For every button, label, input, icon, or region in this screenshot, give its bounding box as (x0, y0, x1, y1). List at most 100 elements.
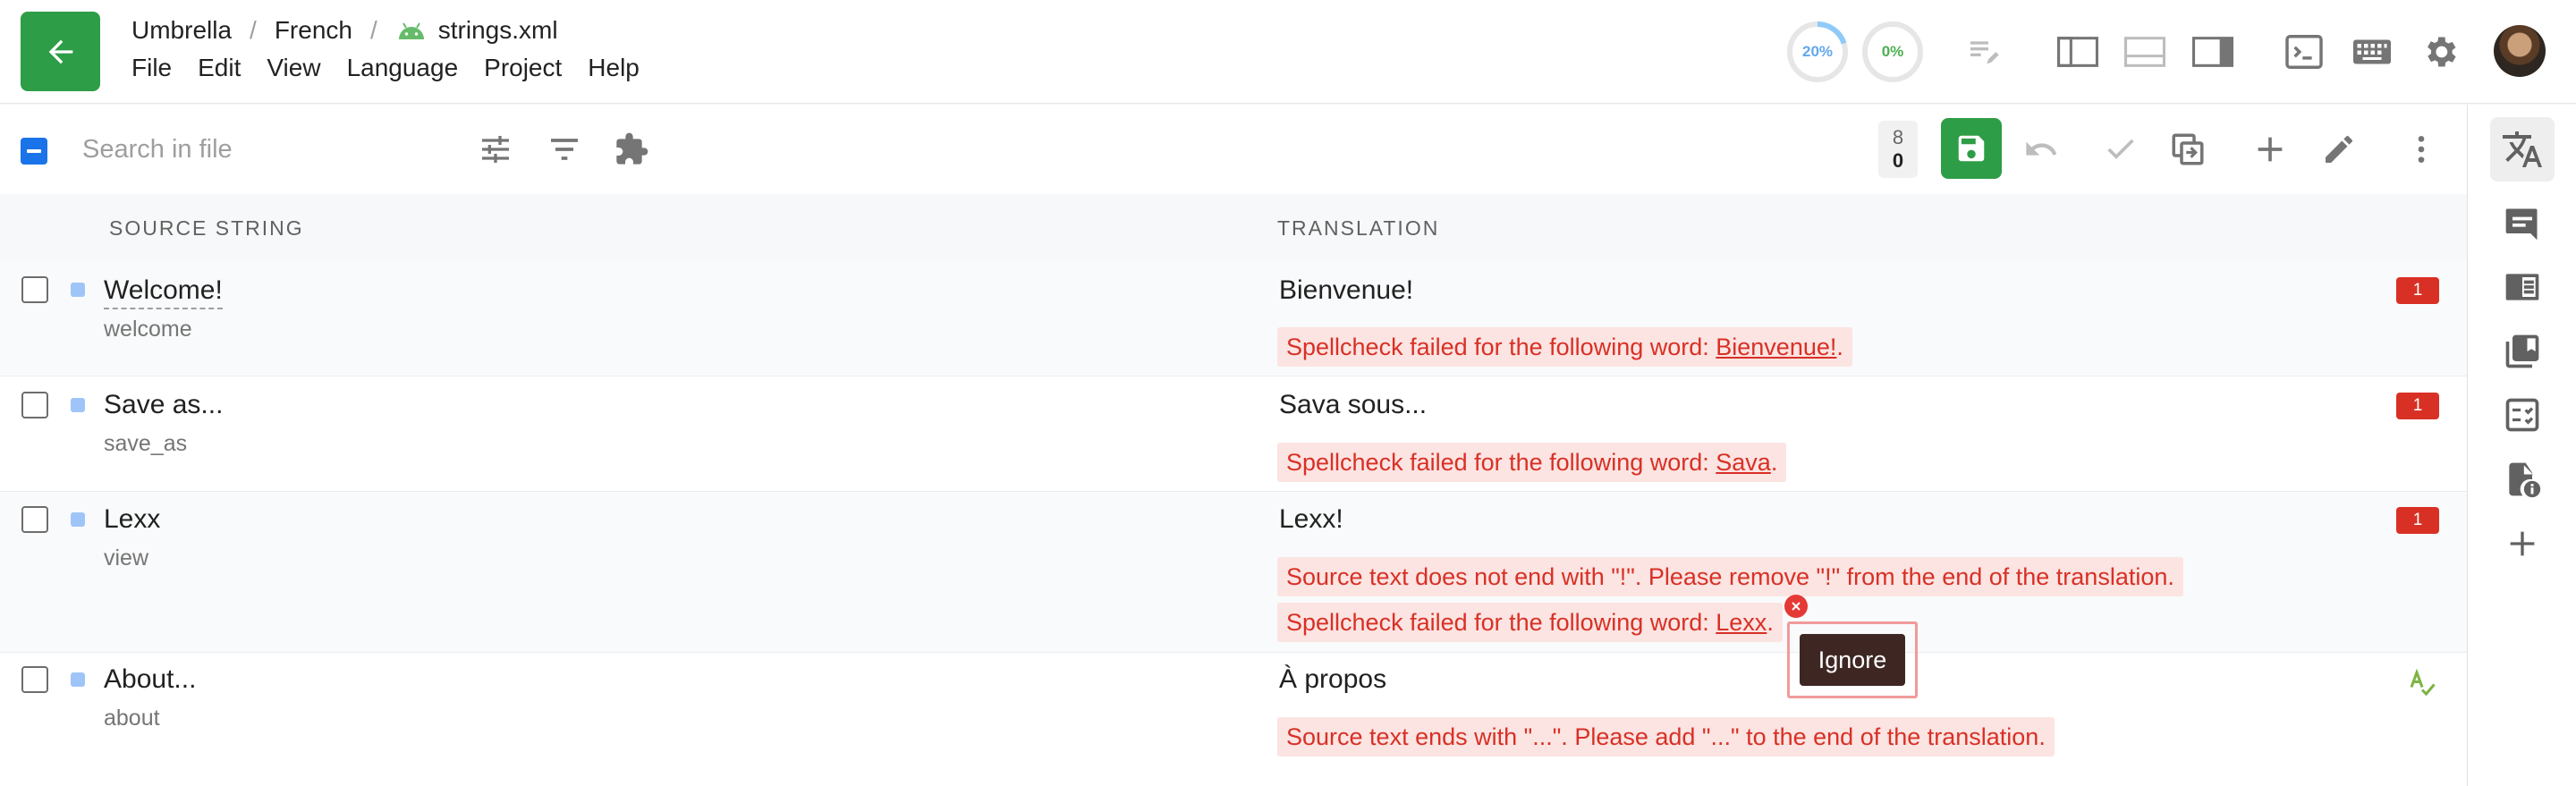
row-checkbox[interactable] (21, 392, 48, 418)
check-icon[interactable] (2099, 128, 2142, 171)
menu-help[interactable]: Help (588, 54, 640, 82)
breadcrumb-file: strings.xml (437, 16, 558, 44)
ignore-button[interactable]: Ignore (1800, 634, 1905, 686)
gear-icon[interactable] (2419, 30, 2462, 73)
android-icon (395, 20, 428, 41)
source-text[interactable]: About... (104, 664, 196, 695)
save-icon (1958, 135, 1985, 162)
layout-right-icon[interactable] (2191, 30, 2234, 73)
row-checkbox[interactable] (21, 506, 48, 533)
layout-bottom-icon[interactable] (2123, 30, 2166, 73)
editor-toolbar: 8 0 (0, 105, 2467, 194)
menu-edit[interactable]: Edit (198, 54, 241, 82)
translation-text[interactable]: Bienvenue! (1279, 275, 1413, 306)
status-dot (71, 398, 85, 412)
translation-text[interactable]: À propos (1279, 664, 1386, 695)
issue-count-badge[interactable]: 1 (2396, 507, 2439, 534)
save-button[interactable] (1941, 118, 2002, 179)
edit-list-icon[interactable] (1962, 30, 2005, 73)
table-row[interactable]: About... about À propos Source text ends… (0, 653, 2467, 786)
terminal-icon[interactable] (2283, 30, 2326, 73)
file-info-icon[interactable] (2490, 447, 2555, 511)
plus-icon[interactable] (2490, 511, 2555, 576)
string-key: save_as (104, 431, 188, 456)
sliders-icon[interactable] (474, 128, 517, 171)
arrow-left-icon (48, 39, 72, 63)
approval-progress-label: 0% (1881, 43, 1904, 60)
close-icon[interactable] (1784, 595, 1808, 618)
top-bar: Umbrella / French / strings.xml File Edi… (0, 0, 2576, 104)
table-row[interactable]: Lexx view Lexx! Source text does not end… (0, 492, 2467, 653)
tm-icon[interactable] (2490, 255, 2555, 319)
table-row[interactable]: Welcome! welcome Bienvenue! Spellcheck f… (0, 260, 2467, 376)
menu-bar: File Edit View Language Project Help (131, 54, 665, 82)
issue-message: Spellcheck failed for the following word… (1277, 603, 1783, 642)
translation-progress[interactable]: 20% (1785, 20, 1850, 84)
spellcheck-ok-icon[interactable] (2406, 667, 2438, 699)
string-key: view (104, 545, 149, 570)
issue-text: Spellcheck failed for the following word… (1286, 334, 1716, 360)
translation-text[interactable]: Lexx! (1279, 504, 1343, 535)
approval-progress[interactable]: 0% (1860, 20, 1925, 84)
issue-text: Spellcheck failed for the following word… (1286, 449, 1716, 476)
table-row[interactable]: Save as... save_as Sava sous... Spellche… (0, 376, 2467, 492)
issue-text: Spellcheck failed for the following word… (1286, 609, 1716, 636)
back-button[interactable] (21, 12, 100, 91)
right-sidebar (2467, 105, 2576, 786)
issue-count-badge[interactable]: 1 (2396, 393, 2439, 419)
counter-total: 8 (1892, 126, 1904, 148)
issue-message: Spellcheck failed for the following word… (1277, 443, 1787, 482)
keyboard-icon[interactable] (2351, 30, 2394, 73)
pencil-icon[interactable] (2318, 128, 2360, 171)
book-icon[interactable] (2490, 319, 2555, 384)
column-source: SOURCE STRING (109, 216, 304, 240)
issue-counter: 8 0 (1878, 121, 1918, 178)
search-input[interactable] (82, 130, 440, 169)
issue-tail: . (1767, 609, 1774, 636)
row-checkbox[interactable] (21, 276, 48, 303)
more-vert-icon[interactable] (2400, 128, 2443, 171)
breadcrumb: Umbrella / French / strings.xml (131, 13, 558, 48)
filter-icon[interactable] (543, 128, 586, 171)
issue-text: Source text ends with "...". Please add … (1286, 723, 2046, 750)
status-dot (71, 672, 85, 687)
source-text[interactable]: Welcome! (104, 275, 223, 309)
issue-word[interactable]: Lexx (1716, 609, 1767, 636)
menu-view[interactable]: View (267, 54, 320, 82)
table-header: SOURCE STRING TRANSLATION (0, 194, 2467, 260)
string-key: welcome (104, 317, 192, 342)
qa-checklist-icon[interactable] (2490, 383, 2555, 447)
menu-file[interactable]: File (131, 54, 172, 82)
breadcrumb-project[interactable]: Umbrella (131, 16, 232, 45)
issue-tail: . (1770, 449, 1778, 476)
row-checkbox[interactable] (21, 666, 48, 693)
select-all-checkbox[interactable] (21, 138, 47, 165)
translate-icon[interactable] (2490, 117, 2555, 182)
undo-icon[interactable] (2020, 128, 2063, 171)
issue-text: Source text does not end with "!". Pleas… (1286, 563, 2174, 590)
layout-left-icon[interactable] (2056, 30, 2099, 73)
issue-message: Source text does not end with "!". Pleas… (1277, 557, 2183, 596)
translation-text[interactable]: Sava sous... (1279, 390, 1427, 420)
menu-language[interactable]: Language (347, 54, 459, 82)
issue-count-badge[interactable]: 1 (2396, 277, 2439, 304)
status-dot (71, 512, 85, 527)
breadcrumb-separator: / (369, 16, 377, 44)
string-key: about (104, 706, 160, 731)
puzzle-icon[interactable] (610, 128, 653, 171)
menu-project[interactable]: Project (484, 54, 562, 82)
breadcrumb-language[interactable]: French (275, 16, 352, 45)
translation-progress-label: 20% (1801, 43, 1834, 60)
avatar[interactable] (2494, 25, 2546, 77)
issue-word[interactable]: Bienvenue! (1716, 334, 1836, 360)
source-text[interactable]: Lexx (104, 504, 160, 535)
plus-icon[interactable] (2249, 128, 2292, 171)
comment-icon[interactable] (2490, 191, 2555, 256)
breadcrumb-separator: / (250, 16, 257, 44)
column-translation: TRANSLATION (1277, 216, 1440, 240)
status-dot (71, 283, 85, 297)
issue-word[interactable]: Sava (1716, 449, 1771, 476)
source-text[interactable]: Save as... (104, 390, 223, 420)
counter-selected: 0 (1892, 149, 1904, 172)
copy-source-icon[interactable] (2166, 128, 2209, 171)
